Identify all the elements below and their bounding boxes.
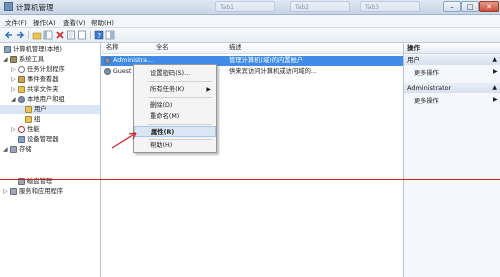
more-actions-link[interactable]: 更多操作 [414,68,439,77]
computer-management-icon [4,2,13,11]
tree-item-storage[interactable]: ◢ 存储 [0,145,100,154]
refresh-icon[interactable] [77,30,87,40]
maximize-button[interactable]: □ [461,1,479,12]
menu-help-item[interactable]: 帮助(H) [134,140,216,151]
column-fullname[interactable]: 全名 [156,43,169,53]
expand-arrow-icon[interactable]: ▷ [3,187,8,196]
annotation-arrow [111,132,137,149]
expand-arrow-icon[interactable]: ▷ [11,85,16,94]
menu-delete[interactable]: 删除(D) [134,100,216,111]
svg-text:?: ? [97,32,101,40]
background-tab[interactable]: Tab3 [360,1,420,12]
menu-rename-label: 重命名(M) [150,113,180,120]
menu-help[interactable]: 帮助(H) [91,17,114,27]
up-folder-icon[interactable] [32,30,42,40]
menu-view[interactable]: 查看(V) [63,17,86,27]
submenu-arrow-icon: ▶ [493,68,498,75]
menu-separator [148,81,212,82]
tree-item-local-users-groups[interactable]: ◢ 本地用户和组 [0,95,100,104]
collapse-arrow-icon[interactable]: ◢ [11,95,16,104]
users-icon [18,96,25,103]
tree-item-event-viewer[interactable]: ▷ 事件查看器 [0,75,100,84]
properties-icon[interactable] [66,30,76,40]
tools-icon [10,56,17,63]
menu-set-password-label: 设置密码(S)... [150,70,191,77]
menu-separator [148,124,212,125]
menu-delete-label: 删除(D) [150,102,173,109]
menu-help-label: 帮助(H) [150,142,173,149]
actions-section-label: 用户 [407,56,420,64]
folder-icon [25,106,32,113]
actions-section-administrator[interactable]: Administrator ▲ [404,83,500,93]
tree-item-device-manager[interactable]: 设备管理器 [0,135,100,144]
menu-set-password[interactable]: 设置密码(S)... [134,68,216,79]
collapse-caret-icon[interactable]: ▲ [492,83,497,93]
help-icon[interactable]: ? [94,30,104,40]
minimize-button[interactable]: – [443,1,461,12]
expand-arrow-icon[interactable]: ▷ [11,75,16,84]
menu-rename[interactable]: 重命名(M) [134,111,216,122]
close-button[interactable]: ✕ [479,1,499,12]
column-header-bar [101,43,403,54]
expand-arrow-icon[interactable]: ▷ [11,125,16,134]
user-icon [104,57,111,64]
menu-properties[interactable]: 属性(R) [134,126,216,137]
console-tree-icon[interactable] [43,30,53,40]
background-tab[interactable]: Tab2 [290,1,350,12]
more-actions-link[interactable]: 更多操作 [414,96,439,105]
show-hide-icon[interactable] [105,30,115,40]
menu-all-tasks[interactable]: 所有任务(K) ▶ [134,84,216,95]
tree-item-performance[interactable]: ▷ 性能 [0,125,100,134]
delete-icon[interactable] [55,30,65,40]
services-icon [10,188,17,195]
tree-item-shared-folders[interactable]: ▷ 共享文件夹 [0,85,100,94]
device-manager-icon [18,136,25,143]
menu-file[interactable]: 文件(F) [5,17,27,27]
folder-icon [25,116,32,123]
event-viewer-icon [18,76,25,83]
computer-icon [4,46,11,53]
context-menu: 设置密码(S)... 所有任务(K) ▶ 删除(D) 重命名(M) 属性(R) 帮… [133,64,217,153]
cell-description: 供来宾访问计算机或访问域的... [229,68,317,75]
actions-section-label: Administrator [407,84,452,92]
toolbar-separator [90,31,91,39]
actions-title: 操作 [404,43,500,54]
cell-description: 管理计算机(域)的内置帐户 [229,57,304,64]
forward-icon[interactable] [15,30,25,40]
performance-icon [18,126,25,133]
actions-pane: 操作 用户 ▲ 更多操作 ▶ Administrator ▲ 更多操作 ▶ [403,43,500,277]
menu-properties-label: 属性(R) [151,129,175,136]
menu-all-tasks-label: 所有任务(K) [150,86,185,93]
tree-item-groups[interactable]: 组 [0,115,100,124]
back-icon[interactable] [4,30,14,40]
submenu-arrow-icon: ▶ [493,96,498,103]
toolbar-separator [28,31,29,39]
clock-icon [18,66,25,73]
expand-arrow-icon[interactable]: ▷ [11,65,16,74]
collapse-caret-icon[interactable]: ▲ [492,55,497,65]
annotation-line [0,179,500,180]
window-title: 计算机管理 [16,3,54,12]
cell-name: Guest [113,68,132,75]
tree-item-root[interactable]: 计算机管理(本地) [0,45,100,54]
actions-section-users[interactable]: 用户 ▲ [404,55,500,65]
column-description[interactable]: 描述 [229,43,242,53]
storage-icon [10,146,17,153]
user-icon [104,68,111,75]
tree-item-system-tools[interactable]: ◢ 系统工具 [0,55,100,64]
collapse-arrow-icon[interactable]: ◢ [3,145,8,154]
submenu-arrow-icon: ▶ [206,86,211,93]
tree-item-task-scheduler[interactable]: ▷ 任务计划程序 [0,65,100,74]
shared-folder-icon [18,86,25,93]
menu-action[interactable]: 操作(A) [33,17,56,27]
menu-separator [148,97,212,98]
column-name[interactable]: 名称 [106,43,119,53]
collapse-arrow-icon[interactable]: ◢ [3,55,8,64]
tree-item-services-apps[interactable]: ▷ 服务和应用程序 [0,187,100,196]
tree-item-users[interactable]: 用户 [0,105,100,114]
background-tab[interactable]: Tab1 [215,1,275,12]
console-tree: 计算机管理(本地) ◢ 系统工具 ▷ 任务计划程序 ▷ 事件查看器 ▷ 共享文件… [0,43,101,277]
